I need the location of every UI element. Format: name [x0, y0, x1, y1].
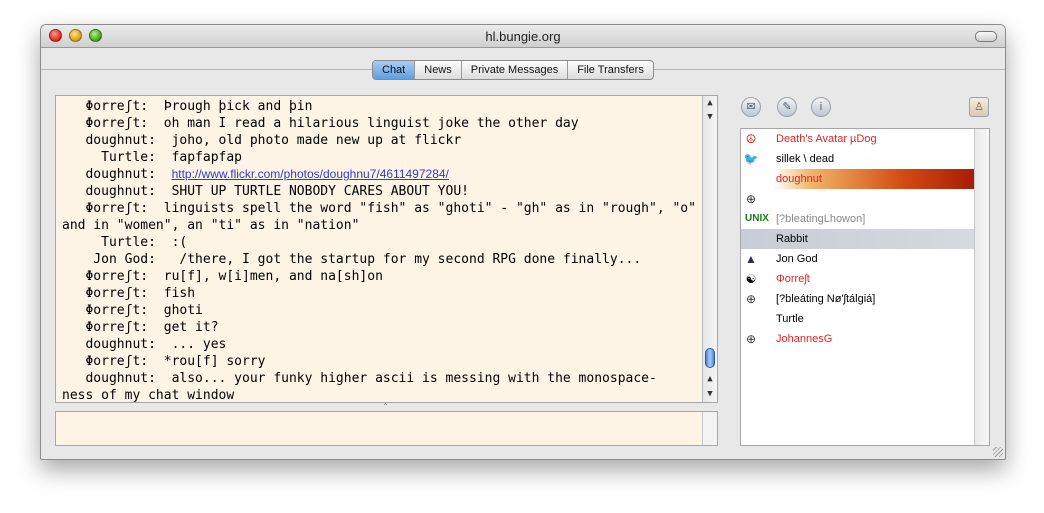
user-row[interactable]: ▲ Jon God [741, 249, 974, 269]
private-message-icon: ✉ [746, 101, 756, 113]
user-name: Turtle [776, 313, 804, 325]
user-name: Φorreʃt [776, 273, 810, 285]
chat-bubble-icon: ✎ [782, 101, 792, 113]
private-message-button[interactable]: ✉ [741, 97, 761, 117]
globe-icon: ⊕ [745, 192, 757, 206]
chat-line: Φorreʃt: fish [62, 286, 196, 301]
scroll-up-arrow[interactable]: ▲ [703, 96, 717, 110]
chat-line: doughnut: ... yes [62, 337, 227, 352]
scroll-thumb[interactable] [705, 348, 715, 368]
user-row[interactable]: ☯ Φorreʃt [741, 269, 974, 289]
chat-line: and in "women", an "ti" as in "nation" [62, 218, 360, 233]
scroll-up-arrow-bottom[interactable]: ▲ [703, 372, 717, 386]
chat-line: Turtle: fapfapfap [62, 150, 243, 165]
user-name: [?bleatingLhowon] [776, 213, 866, 225]
unix-icon: UNIX [745, 213, 769, 224]
user-row[interactable]: UNIX [?bleatingLhowon] [741, 209, 974, 229]
chat-line: doughnut: joho, old photo made new up at… [62, 133, 462, 148]
user-row[interactable]: doughnut [741, 169, 974, 189]
chat-line: Jon God: /there, I got the startup for m… [62, 252, 642, 267]
user-row[interactable]: Rabbit [741, 229, 974, 249]
user-name: Death's Avatar µDog [776, 133, 877, 145]
window-title: hl.bungie.org [485, 29, 561, 44]
user-row[interactable]: Turtle [741, 309, 974, 329]
chat-line: Turtle: :( [62, 235, 188, 250]
chat-line: Φorreʃt: linguists spell the word "fish"… [62, 201, 696, 216]
toolbar-toggle-button[interactable] [975, 31, 997, 42]
user-name: Rabbit [776, 233, 808, 245]
chat-line: Φorreʃt: ghoti [62, 303, 203, 318]
chat-log[interactable]: ness of my chat window doughnut: also...… [55, 95, 718, 403]
wizard-icon: ▲ [745, 252, 757, 266]
scroll-down-arrow[interactable]: ▼ [703, 387, 717, 401]
tab-chat[interactable]: Chat [373, 61, 416, 79]
tab-file-transfers[interactable]: File Transfers [568, 61, 653, 79]
user-row[interactable]: ☮ Death's Avatar µDog [741, 129, 974, 149]
scroll-down-arrow-top[interactable]: ▼ [703, 110, 717, 124]
tab-news[interactable]: News [415, 61, 462, 79]
chat-input[interactable] [55, 411, 718, 446]
grateful-dead-icon: ☮ [745, 132, 757, 146]
user-name: [?bleáting Nø'ʃtálgiá] [776, 293, 876, 305]
chat-line: Φorreʃt: ru[f], w[i]men, and na[sh]on [62, 269, 383, 284]
chat-input-scrollbar[interactable] [702, 412, 717, 445]
app-window: hl.bungie.org Chat News Private Messages… [40, 24, 1006, 460]
chat-invite-button[interactable]: ✎ [777, 97, 797, 117]
user-row[interactable]: 🐦 sillek \ dead [741, 149, 974, 169]
chat-line: Φorreʃt: *rou[f] sorry [62, 354, 266, 369]
yin-yang-icon: ☯ [745, 272, 757, 286]
user-row[interactable]: ⊕ JohannesG [741, 329, 974, 349]
user-name: sillek \ dead [776, 153, 835, 165]
user-admin-icon: ♙ [974, 101, 984, 113]
chat-line: doughnut: also... your funky higher asci… [62, 371, 657, 386]
chat-line: Φorreʃt: get it? [62, 320, 219, 335]
info-icon: i [819, 101, 823, 113]
globe-icon: ⊕ [745, 332, 757, 346]
user-name: doughnut [776, 173, 822, 185]
user-name: Jon God [776, 253, 818, 265]
user-name: JohannesG [776, 333, 833, 345]
chat-link[interactable]: http://www.flickr.com/photos/doughnu7/46… [172, 167, 449, 181]
tab-private-messages[interactable]: Private Messages [462, 61, 569, 79]
chat-log-scrollbar[interactable]: ▲ ▼ ▲ ▼ [702, 96, 717, 402]
user-admin-button[interactable]: ♙ [969, 97, 989, 117]
user-row[interactable]: ⊕ [741, 189, 974, 209]
title-bar: hl.bungie.org [41, 25, 1005, 48]
chat-line: doughnut: SHUT UP TURTLE NOBODY CARES AB… [62, 184, 469, 199]
chat-line-prefix: doughnut: [62, 167, 172, 182]
globe-icon: ⊕ [745, 292, 757, 306]
user-info-button[interactable]: i [811, 97, 831, 117]
user-list-scrollbar[interactable] [974, 129, 989, 445]
chat-line: Φorreʃt: Þrough þick and þin [62, 99, 313, 114]
pane-splitter[interactable]: ⌃ [55, 403, 716, 411]
user-list[interactable]: ⊕ JohannesG Turtle ⊕ [?bleáting Nø'ʃtálgiá] ☯… [740, 128, 990, 446]
resize-grip[interactable] [993, 447, 1003, 457]
user-row[interactable]: ⊕ [?bleáting Nø'ʃtálgiá] [741, 289, 974, 309]
chat-line: ness of my chat window [62, 388, 235, 403]
tab-bar: Chat News Private Messages File Transfer… [372, 60, 654, 80]
chat-line: doughnut: http://www.flickr.com/photos/d… [62, 166, 449, 183]
chat-line: Φorreʃt: oh man I read a hilarious lingu… [62, 116, 579, 131]
bird-icon: 🐦 [743, 152, 759, 166]
